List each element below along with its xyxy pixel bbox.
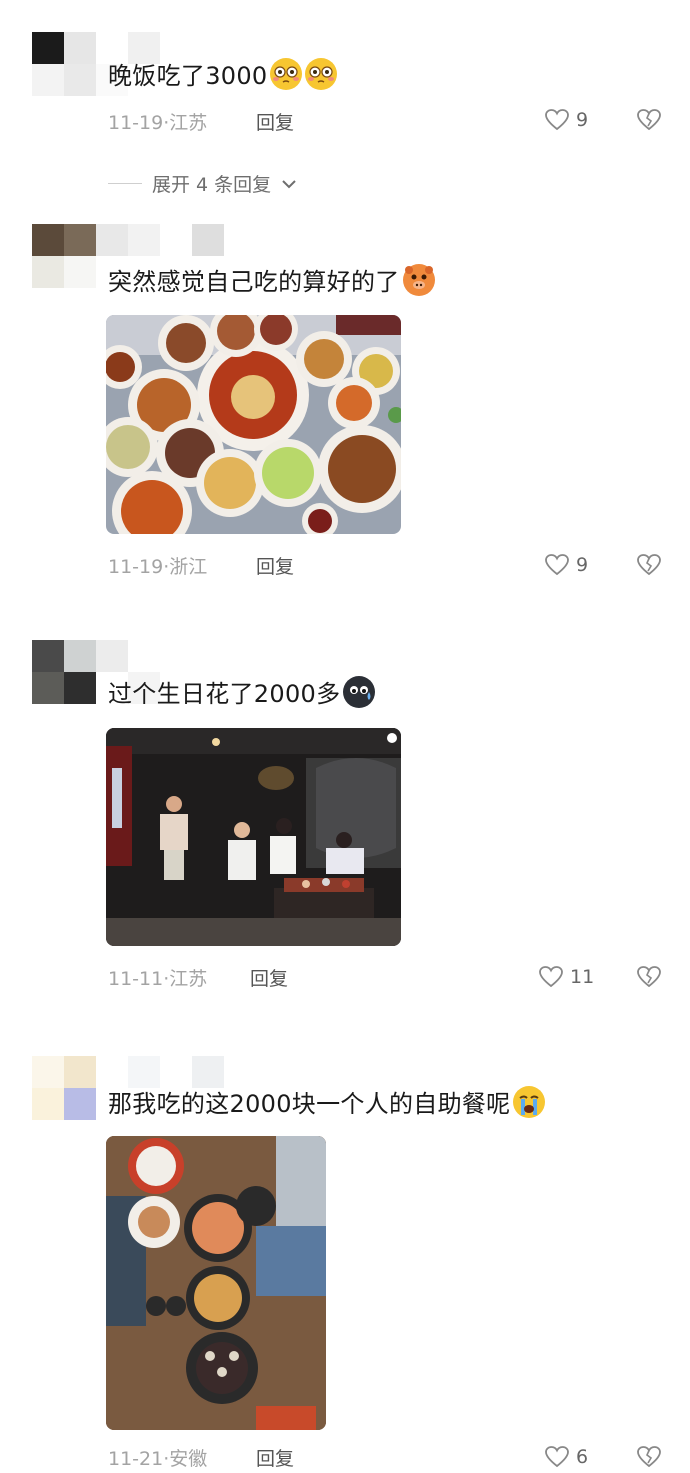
comment-text: 那我吃的这2000块一个人的自助餐呢 — [108, 1086, 546, 1121]
heart-icon — [539, 966, 563, 988]
like-button[interactable]: 11 — [538, 965, 594, 989]
dislike-button[interactable] — [636, 108, 662, 136]
buffet-photo[interactable] — [106, 1136, 326, 1430]
comment-meta: 11-19·浙江 — [108, 552, 207, 579]
like-button[interactable]: 9 — [544, 108, 588, 132]
comment-time: 11-19 — [108, 112, 164, 134]
broken-heart-icon — [637, 1446, 661, 1468]
like-button[interactable]: 6 — [544, 1445, 588, 1469]
dislike-button[interactable] — [636, 1445, 662, 1473]
food-feast-photo[interactable] — [106, 315, 401, 534]
comment-text-content: 突然感觉自己吃的算好的了 — [108, 268, 400, 296]
dislike-button[interactable] — [636, 965, 662, 993]
pig-face-icon — [402, 264, 435, 296]
reply-button[interactable]: 回复 — [250, 964, 288, 991]
comment-location: 浙江 — [169, 556, 208, 578]
comment-text: 晚饭吃了3000 — [108, 58, 338, 93]
like-button[interactable]: 9 — [544, 553, 588, 577]
comment-text-content: 那我吃的这2000块一个人的自助餐呢 — [108, 1090, 511, 1118]
comment-meta: 11-19·江苏 — [108, 108, 207, 135]
broken-heart-icon — [637, 109, 661, 131]
comment-time: 11-19 — [108, 556, 164, 578]
like-count: 9 — [576, 109, 589, 131]
comment-meta: 11-21·安徽 — [108, 1444, 207, 1471]
expand-replies-button[interactable]: 展开 4 条回复 — [108, 170, 297, 197]
heart-icon — [545, 1446, 569, 1468]
dislike-button[interactable] — [636, 553, 662, 581]
heart-icon — [545, 554, 569, 576]
reply-button[interactable]: 回复 — [256, 108, 294, 135]
like-count: 9 — [576, 554, 589, 576]
reply-button[interactable]: 回复 — [256, 1444, 294, 1471]
crying-face-icon — [513, 1086, 546, 1118]
chevron-down-icon — [282, 179, 296, 188]
expand-replies-label: 展开 4 条回复 — [152, 174, 272, 196]
comment-location: 江苏 — [169, 112, 208, 134]
comment-time: 11-11 — [108, 968, 164, 990]
comment-location: 安徽 — [169, 1448, 208, 1470]
heart-icon — [545, 109, 569, 131]
comment-location: 江苏 — [169, 968, 208, 990]
flushed-face-icon — [270, 58, 303, 90]
comment-meta: 11-11·江苏 — [108, 964, 207, 991]
comment-text-content: 晚饭吃了3000 — [108, 62, 268, 90]
sweat-face-icon — [343, 676, 376, 708]
comment-time: 11-21 — [108, 1448, 164, 1470]
like-count: 11 — [570, 966, 595, 988]
comment-text: 过个生日花了2000多 — [108, 676, 376, 711]
comment-text-content: 过个生日花了2000多 — [108, 680, 341, 708]
birthday-dinner-photo[interactable] — [106, 728, 401, 946]
divider-line — [108, 183, 142, 184]
comment-text: 突然感觉自己吃的算好的了 — [108, 264, 435, 299]
broken-heart-icon — [637, 966, 661, 988]
flushed-face-icon — [305, 58, 338, 90]
like-count: 6 — [576, 1446, 589, 1468]
broken-heart-icon — [637, 554, 661, 576]
reply-button[interactable]: 回复 — [256, 552, 294, 579]
